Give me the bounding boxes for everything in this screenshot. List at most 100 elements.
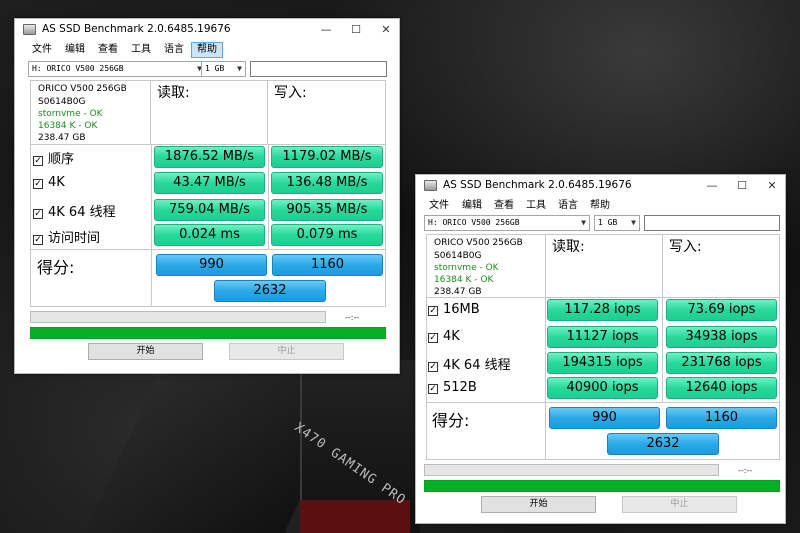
- title-bar[interactable]: AS SSD Benchmark 2.0.6485.19676 — ☐ ✕: [15, 19, 399, 41]
- maximize-icon[interactable]: ☐: [727, 175, 757, 197]
- start-button[interactable]: 开始: [481, 496, 596, 513]
- 512b-read-value: 40900 iops: [547, 377, 658, 399]
- menu-language[interactable]: 语言: [159, 42, 189, 58]
- score-write: 1160: [272, 254, 383, 276]
- benchmark-window-iops[interactable]: AS SSD Benchmark 2.0.6485.19676 — ☐ ✕ 文件…: [415, 174, 786, 524]
- benchmark-window-mbs[interactable]: AS SSD Benchmark 2.0.6485.19676 — ☐ ✕ 文件…: [14, 18, 400, 374]
- filter-textbox[interactable]: [250, 61, 387, 77]
- menu-bar: 文件 编辑 查看 工具 语言 帮助: [416, 197, 785, 215]
- 4k64-write-value: 905.35 MB/s: [271, 199, 383, 221]
- progress-bar-current: [30, 311, 326, 323]
- minimize-icon[interactable]: —: [697, 175, 727, 197]
- drive-capacity: 238.47 GB: [38, 133, 86, 143]
- divider: [545, 298, 546, 402]
- read-header: 读取:: [552, 239, 585, 255]
- dropdown-arrow-icon: ▼: [237, 64, 242, 73]
- 4k-write-value: 136.48 MB/s: [271, 172, 383, 194]
- read-header-panel: 读取:: [150, 80, 268, 145]
- divider: [268, 145, 269, 249]
- stop-button[interactable]: 中止: [229, 343, 344, 360]
- filter-textbox[interactable]: [644, 215, 780, 231]
- access-write-value: 0.079 ms: [271, 224, 383, 246]
- score-read: 990: [156, 254, 267, 276]
- divider: [151, 145, 152, 249]
- progress-bar-total: [30, 327, 386, 339]
- maximize-icon[interactable]: ☐: [341, 19, 371, 41]
- menu-language[interactable]: 语言: [553, 198, 583, 214]
- row-label-text: 访问时间: [48, 231, 101, 246]
- drive-firmware: S0614B0G: [38, 97, 86, 107]
- divider: [151, 250, 152, 306]
- row-label-text: 512B: [443, 380, 477, 395]
- elapsed-time: --:--: [738, 466, 753, 475]
- row-16mb-label[interactable]: ✓ 16MB: [428, 302, 480, 317]
- checkbox-checked-icon[interactable]: ✓: [33, 209, 43, 219]
- seq-write-value: 1179.02 MB/s: [271, 146, 383, 168]
- close-icon[interactable]: ✕: [371, 19, 401, 41]
- motherboard-accent: [300, 500, 410, 533]
- row-label-text: 顺序: [48, 152, 75, 167]
- 16mb-write-value: 73.69 iops: [666, 299, 777, 321]
- checkbox-checked-icon[interactable]: ✓: [33, 156, 43, 166]
- checkbox-checked-icon[interactable]: ✓: [33, 235, 43, 245]
- row-512b-label[interactable]: ✓ 512B: [428, 380, 477, 395]
- menu-help[interactable]: 帮助: [585, 198, 615, 214]
- menu-help[interactable]: 帮助: [191, 42, 223, 58]
- row-4k64-label[interactable]: ✓ 4K 64 线程: [428, 354, 511, 373]
- checkbox-checked-icon[interactable]: ✓: [428, 362, 438, 372]
- row-4k64-label[interactable]: ✓ 4K 64 线程: [33, 201, 116, 220]
- drive-select-value: H: ORICO V500 256GB: [32, 64, 124, 73]
- window-title: AS SSD Benchmark 2.0.6485.19676: [443, 179, 632, 191]
- divider: [662, 298, 663, 402]
- drive-capacity: 238.47 GB: [434, 287, 482, 297]
- row-label-text: 16MB: [443, 302, 480, 317]
- dropdown-arrow-icon: ▼: [631, 218, 636, 227]
- drive-select[interactable]: H: ORICO V500 256GB ▼: [424, 215, 590, 231]
- drive-select[interactable]: H: ORICO V500 256GB ▼: [28, 61, 206, 77]
- title-bar[interactable]: AS SSD Benchmark 2.0.6485.19676 — ☐ ✕: [416, 175, 785, 197]
- seq-read-value: 1876.52 MB/s: [154, 146, 265, 168]
- row-4k-label[interactable]: ✓ 4K: [33, 175, 65, 190]
- write-header: 写入:: [274, 85, 307, 101]
- score-total: 2632: [214, 280, 326, 302]
- 4k64-read-value: 759.04 MB/s: [154, 199, 265, 221]
- menu-file[interactable]: 文件: [27, 42, 57, 58]
- row-label-text: 4K 64 线程: [48, 205, 116, 220]
- start-button[interactable]: 开始: [88, 343, 203, 360]
- minimize-icon[interactable]: —: [311, 19, 341, 41]
- write-header-panel: 写入:: [662, 234, 780, 298]
- dropdown-arrow-icon: ▼: [581, 218, 586, 227]
- menu-file[interactable]: 文件: [424, 198, 454, 214]
- progress-bar-current: [424, 464, 719, 476]
- menu-view[interactable]: 查看: [489, 198, 519, 214]
- menu-edit[interactable]: 编辑: [60, 42, 90, 58]
- checkbox-checked-icon[interactable]: ✓: [33, 179, 43, 189]
- checkbox-checked-icon[interactable]: ✓: [428, 333, 438, 343]
- size-select[interactable]: 1 GB ▼: [201, 61, 246, 77]
- size-select[interactable]: 1 GB ▼: [594, 215, 640, 231]
- row-access-label[interactable]: ✓ 访问时间: [33, 227, 100, 246]
- menu-tools[interactable]: 工具: [521, 198, 551, 214]
- checkbox-checked-icon[interactable]: ✓: [428, 306, 438, 316]
- drive-info-panel: ORICO V500 256GB S0614B0G stornvme - OK …: [426, 234, 546, 298]
- score-label: 得分:: [432, 411, 470, 430]
- drive-model: ORICO V500 256GB: [434, 238, 523, 248]
- 4k-read-value: 43.47 MB/s: [154, 172, 265, 194]
- 4k64-write-value: 231768 iops: [666, 352, 777, 374]
- close-icon[interactable]: ✕: [757, 175, 787, 197]
- menu-tools[interactable]: 工具: [126, 42, 156, 58]
- checkbox-checked-icon[interactable]: ✓: [428, 384, 438, 394]
- menu-edit[interactable]: 编辑: [457, 198, 487, 214]
- 16mb-read-value: 117.28 iops: [547, 299, 658, 321]
- stop-button[interactable]: 中止: [622, 496, 737, 513]
- alignment-status: 16384 K - OK: [434, 275, 494, 285]
- row-4k-label[interactable]: ✓ 4K: [428, 329, 460, 344]
- menu-view[interactable]: 查看: [93, 42, 123, 58]
- row-label-text: 4K 64 线程: [443, 358, 511, 373]
- write-header-panel: 写入:: [267, 80, 386, 145]
- window-title: AS SSD Benchmark 2.0.6485.19676: [42, 23, 231, 35]
- alignment-status: 16384 K - OK: [38, 121, 98, 131]
- score-label: 得分:: [37, 258, 75, 277]
- size-select-value: 1 GB: [598, 218, 618, 227]
- row-seq-label[interactable]: ✓ 顺序: [33, 148, 74, 167]
